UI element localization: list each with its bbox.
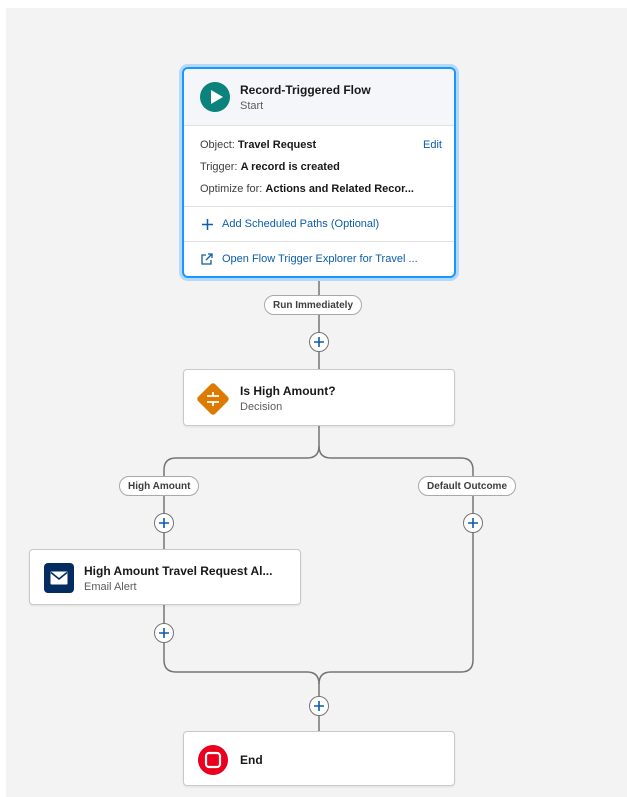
open-trigger-explorer-link[interactable]: Open Flow Trigger Explorer for Travel ..…	[184, 241, 454, 276]
email-alert-node[interactable]: High Amount Travel Request Al... Email A…	[29, 549, 301, 605]
start-node[interactable]: Record-Triggered Flow Start Object: Trav…	[182, 67, 456, 278]
end-node-header[interactable]: End	[184, 732, 454, 787]
add-element-button[interactable]	[154, 513, 174, 533]
plus-icon	[200, 218, 214, 230]
decision-title: Is High Amount?	[240, 384, 336, 398]
envelope-icon	[44, 563, 74, 593]
start-subtitle: Start	[240, 99, 264, 112]
add-scheduled-paths-link[interactable]: Add Scheduled Paths (Optional)	[184, 207, 454, 241]
decision-node[interactable]: Is High Amount? Decision	[183, 369, 455, 426]
decision-subtitle: Decision	[240, 401, 283, 413]
start-node-header[interactable]: Record-Triggered Flow Start	[184, 69, 454, 126]
decision-node-header[interactable]: Is High Amount? Decision	[184, 370, 454, 427]
plus-icon	[314, 701, 324, 711]
plus-icon	[314, 337, 324, 347]
start-title: Record-Triggered Flow	[240, 82, 371, 97]
trigger-label: Trigger:	[200, 161, 238, 173]
plus-icon	[159, 518, 169, 528]
optimize-label: Optimize for:	[200, 183, 263, 195]
default-outcome-label[interactable]: Default Outcome	[418, 476, 517, 496]
plus-icon	[468, 518, 478, 528]
play-icon	[200, 82, 230, 112]
optimize-row: Optimize for: Actions and Related Recor.…	[200, 178, 442, 200]
trigger-value: A record is created	[240, 161, 340, 173]
object-label: Object:	[200, 139, 235, 151]
add-scheduled-paths-label: Add Scheduled Paths (Optional)	[222, 218, 380, 230]
optimize-value: Actions and Related Recor...	[265, 183, 414, 195]
email-alert-subtitle: Email Alert	[84, 580, 137, 593]
trigger-row: Trigger: A record is created	[200, 156, 442, 178]
add-element-button[interactable]	[154, 623, 174, 643]
decision-icon	[197, 382, 229, 415]
connector-email-to-merge	[163, 605, 320, 731]
email-alert-node-header[interactable]: High Amount Travel Request Al... Email A…	[30, 550, 300, 606]
object-row: Object: Travel Request	[200, 134, 442, 156]
add-element-button[interactable]	[309, 696, 329, 716]
edit-link[interactable]: Edit	[423, 134, 442, 156]
end-node[interactable]: End	[183, 731, 455, 786]
start-details: Object: Travel Request Edit Trigger: A r…	[184, 126, 454, 207]
plus-icon	[159, 628, 169, 638]
end-title: End	[240, 752, 263, 767]
stop-icon	[198, 744, 228, 775]
object-value: Travel Request	[237, 139, 317, 151]
high-amount-outcome-label[interactable]: High Amount	[119, 476, 200, 496]
external-link-icon	[200, 253, 214, 265]
add-element-button[interactable]	[309, 332, 329, 352]
run-immediately-label[interactable]: Run Immediately	[264, 295, 363, 315]
email-alert-title: High Amount Travel Request Al...	[84, 563, 273, 578]
add-element-button[interactable]	[463, 513, 483, 533]
open-trigger-explorer-label: Open Flow Trigger Explorer for Travel ..…	[222, 253, 418, 265]
